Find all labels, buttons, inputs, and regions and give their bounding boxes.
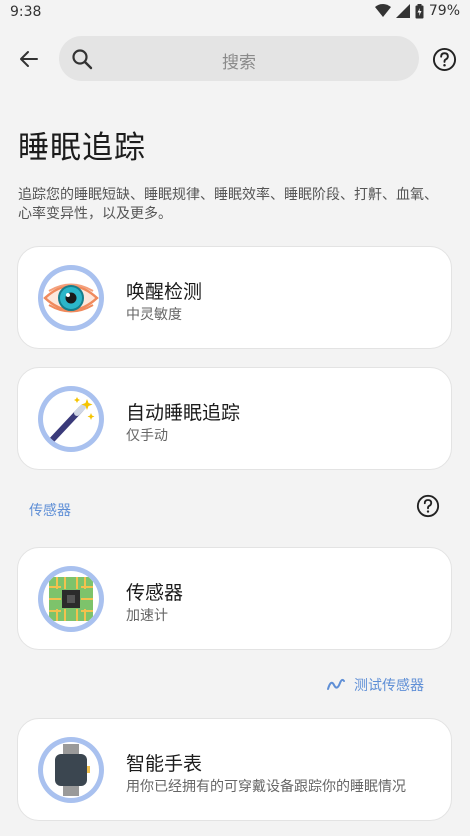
card-title: 传感器 xyxy=(126,582,184,604)
card-title: 自动睡眠追踪 xyxy=(126,402,241,424)
help-icon[interactable] xyxy=(416,494,440,518)
search-placeholder: 搜索 xyxy=(222,53,256,73)
smartwatch-icon xyxy=(38,737,104,803)
status-time: 9:38 xyxy=(10,4,42,20)
signal-icon xyxy=(395,4,410,18)
status-bar: 9:38 79% xyxy=(0,0,470,26)
card-subtitle: 加速计 xyxy=(126,608,168,624)
card-subtitle: 用你已经拥有的可穿戴设备跟踪你的睡眠情况 xyxy=(126,779,406,795)
card-subtitle: 中灵敏度 xyxy=(126,307,182,323)
wave-icon xyxy=(327,678,345,690)
eye-icon xyxy=(38,265,104,331)
battery-percent: 79% xyxy=(428,3,460,19)
test-sensor-button[interactable]: 测试传感器 xyxy=(326,675,424,695)
card-subtitle: 仅手动 xyxy=(126,428,168,444)
card-title: 智能手表 xyxy=(126,753,203,775)
card-title: 唤醒检测 xyxy=(126,281,203,303)
search-input[interactable]: 搜索 xyxy=(59,36,419,81)
help-icon[interactable] xyxy=(432,47,457,72)
arrow-back-icon xyxy=(20,51,38,67)
wifi-icon xyxy=(374,4,391,17)
magic-wand-icon xyxy=(38,386,104,452)
sensor-card[interactable]: 传感器 加速计 xyxy=(17,547,452,650)
page-title: 睡眠追踪 xyxy=(18,130,146,166)
back-button[interactable] xyxy=(14,44,44,74)
page-description: 追踪您的睡眠短缺、睡眠规律、睡眠效率、睡眠阶段、打鼾、血氧、心率变异性，以及更多… xyxy=(18,187,438,222)
test-sensor-label: 测试传感器 xyxy=(354,678,424,694)
status-indicators: 79% xyxy=(374,3,460,19)
chip-icon xyxy=(38,566,104,632)
battery-icon xyxy=(415,3,424,18)
smartwatch-card[interactable]: 智能手表 用你已经拥有的可穿戴设备跟踪你的睡眠情况 xyxy=(17,718,452,821)
top-bar: 搜索 xyxy=(0,34,470,84)
section-label-sensor: 传感器 xyxy=(29,503,71,519)
wake-detection-card[interactable]: 唤醒检测 中灵敏度 xyxy=(17,246,452,349)
auto-sleep-tracking-card[interactable]: 自动睡眠追踪 仅手动 xyxy=(17,367,452,470)
